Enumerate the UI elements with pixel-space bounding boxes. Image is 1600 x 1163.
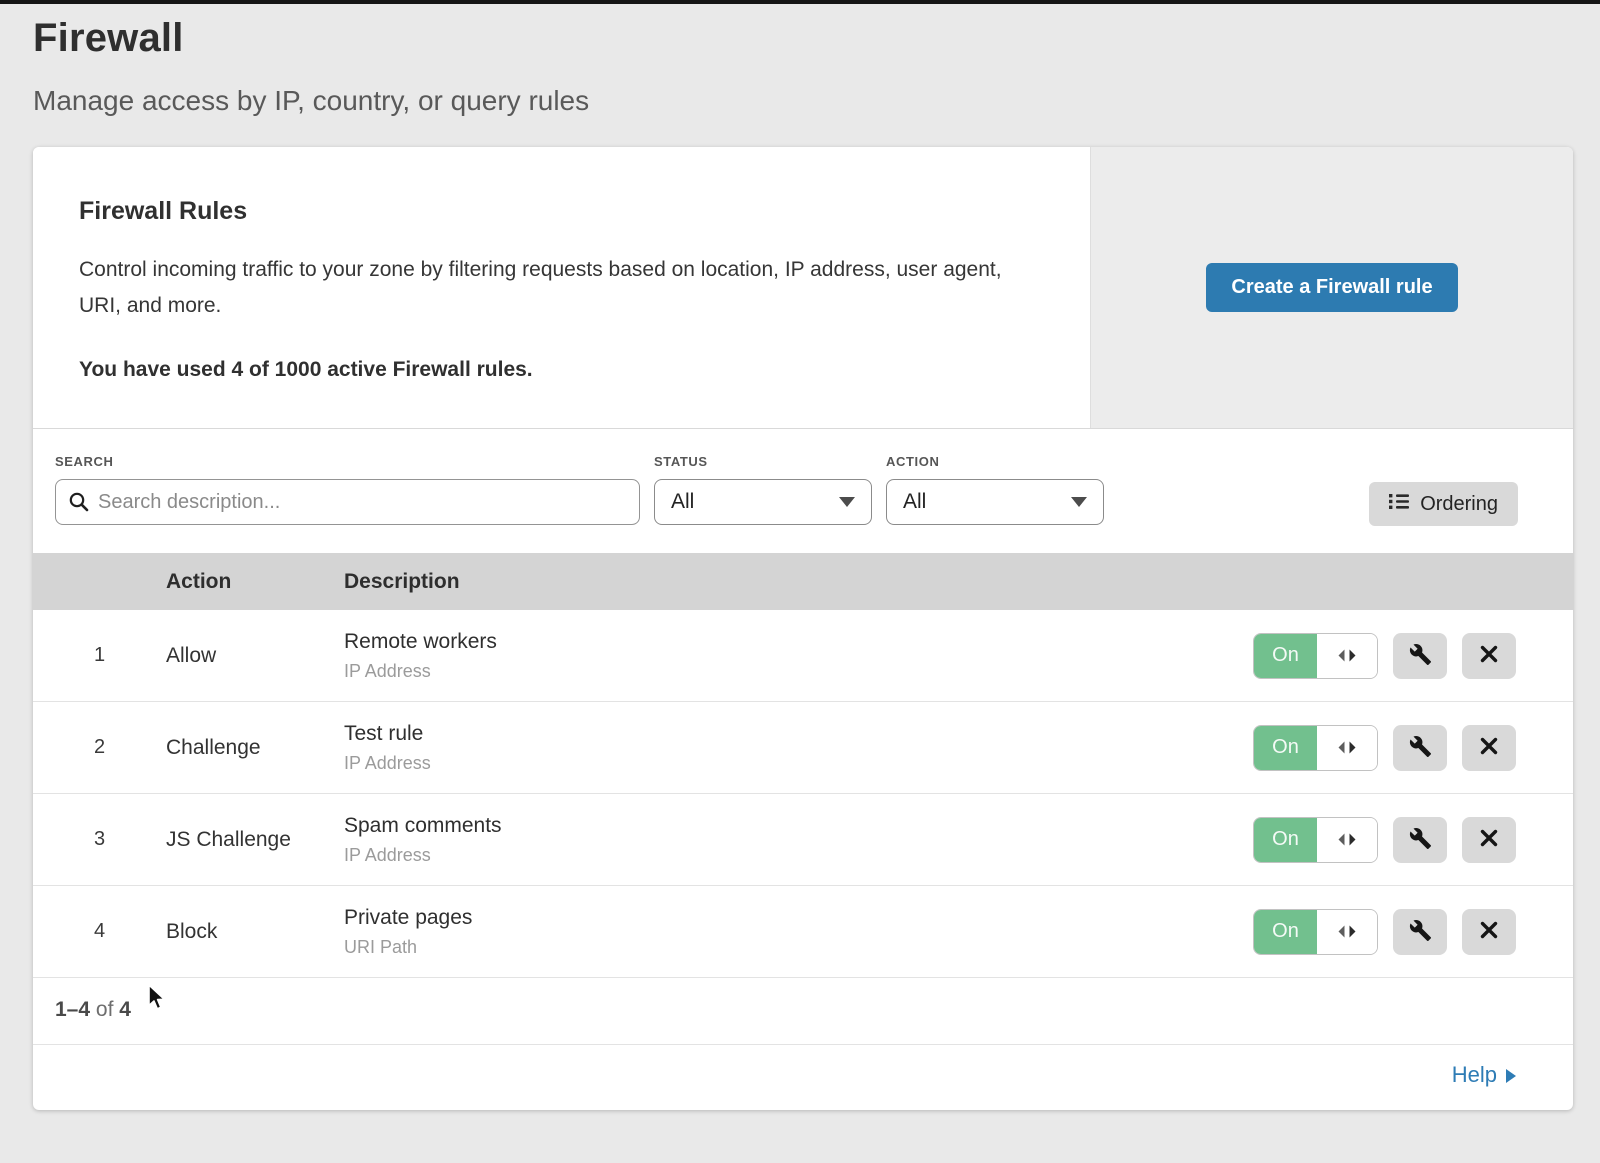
table-header-row: Action Description	[33, 553, 1573, 610]
pagination-text: 1–4 of 4	[55, 998, 131, 1021]
action-select[interactable]: All	[886, 479, 1104, 525]
pagination-bar: 1–4 of 4	[33, 978, 1573, 1045]
rule-priority: 2	[33, 736, 166, 759]
search-filter-group: SEARCH	[55, 454, 640, 525]
ordering-button[interactable]: Ordering	[1369, 482, 1518, 526]
rule-action: Challenge	[166, 736, 344, 760]
close-icon	[1479, 644, 1499, 667]
action-filter-group: ACTION All	[886, 454, 1104, 525]
rule-field: IP Address	[344, 753, 1233, 774]
edit-rule-button[interactable]	[1393, 633, 1447, 679]
pagination-range: 1–4	[55, 998, 90, 1021]
toggle-on-label: On	[1254, 818, 1317, 862]
search-input[interactable]	[55, 479, 640, 525]
filters-bar: SEARCH STATUS All ACTION All	[33, 429, 1573, 553]
rule-description-cell: Spam comments IP Address	[344, 814, 1233, 866]
rule-enabled-toggle[interactable]: On	[1253, 817, 1378, 863]
rule-field: IP Address	[344, 661, 1233, 682]
close-icon	[1479, 828, 1499, 851]
action-column-header: Action	[166, 570, 344, 594]
rule-field: IP Address	[344, 845, 1233, 866]
page-header: Firewall Manage access by IP, country, o…	[0, 4, 1600, 117]
toggle-on-label: On	[1254, 910, 1317, 954]
status-select[interactable]: All	[654, 479, 872, 525]
status-filter-group: STATUS All	[654, 454, 872, 525]
rule-controls: On	[1233, 633, 1573, 679]
rule-enabled-toggle[interactable]: On	[1253, 633, 1378, 679]
action-label: ACTION	[886, 454, 1104, 469]
table-row: 3 JS Challenge Spam comments IP Address …	[33, 794, 1573, 886]
search-input-wrapper	[55, 479, 640, 525]
rule-description-cell: Test rule IP Address	[344, 722, 1233, 774]
rule-priority: 1	[33, 644, 166, 667]
page-title: Firewall	[33, 16, 1567, 61]
rule-action: Allow	[166, 644, 344, 668]
overview-description: Control incoming traffic to your zone by…	[79, 252, 1029, 324]
rule-enabled-toggle[interactable]: On	[1253, 909, 1378, 955]
search-label: SEARCH	[55, 454, 640, 469]
edit-rule-button[interactable]	[1393, 817, 1447, 863]
rule-priority: 3	[33, 828, 166, 851]
help-link[interactable]: Help	[33, 1045, 1573, 1110]
toggle-on-label: On	[1254, 634, 1317, 678]
rule-controls: On	[1233, 817, 1573, 863]
action-caret-icon	[1071, 497, 1087, 507]
rule-priority: 4	[33, 920, 166, 943]
toggle-arrows-icon	[1317, 910, 1377, 954]
delete-rule-button[interactable]	[1462, 909, 1516, 955]
rule-field: URI Path	[344, 937, 1233, 958]
overview-heading: Firewall Rules	[79, 197, 1044, 226]
overview-text-panel: Firewall Rules Control incoming traffic …	[33, 147, 1090, 428]
edit-rule-button[interactable]	[1393, 725, 1447, 771]
rule-description-cell: Private pages URI Path	[344, 906, 1233, 958]
rule-description: Spam comments	[344, 814, 1233, 838]
toggle-on-label: On	[1254, 726, 1317, 770]
pagination-of: of	[96, 998, 114, 1021]
rule-controls: On	[1233, 909, 1573, 955]
action-selected-value: All	[903, 490, 926, 514]
close-icon	[1479, 736, 1499, 759]
toggle-arrows-icon	[1317, 634, 1377, 678]
close-icon	[1479, 920, 1499, 943]
wrench-icon	[1409, 919, 1432, 945]
ordering-list-icon	[1389, 493, 1410, 516]
delete-rule-button[interactable]	[1462, 725, 1516, 771]
toggle-arrows-icon	[1317, 818, 1377, 862]
rule-description: Test rule	[344, 722, 1233, 746]
status-label: STATUS	[654, 454, 872, 469]
table-row: 4 Block Private pages URI Path On	[33, 886, 1573, 978]
rule-action: Block	[166, 920, 344, 944]
search-icon	[68, 491, 90, 518]
edit-rule-button[interactable]	[1393, 909, 1447, 955]
overview-section: Firewall Rules Control incoming traffic …	[33, 147, 1573, 429]
pagination-total: 4	[119, 998, 131, 1021]
wrench-icon	[1409, 827, 1432, 853]
wrench-icon	[1409, 735, 1432, 761]
create-firewall-rule-button[interactable]: Create a Firewall rule	[1206, 263, 1457, 312]
overview-action-panel: Create a Firewall rule	[1090, 147, 1573, 428]
firewall-rules-card: Firewall Rules Control incoming traffic …	[33, 147, 1573, 1110]
rule-description-cell: Remote workers IP Address	[344, 630, 1233, 682]
rules-table: Action Description 1 Allow Remote worker…	[33, 553, 1573, 978]
description-column-header: Description	[344, 570, 1233, 594]
delete-rule-button[interactable]	[1462, 817, 1516, 863]
wrench-icon	[1409, 643, 1432, 669]
rule-enabled-toggle[interactable]: On	[1253, 725, 1378, 771]
table-row: 2 Challenge Test rule IP Address On	[33, 702, 1573, 794]
delete-rule-button[interactable]	[1462, 633, 1516, 679]
rule-controls: On	[1233, 725, 1573, 771]
status-selected-value: All	[671, 490, 694, 514]
rule-description: Private pages	[344, 906, 1233, 930]
page-subtitle: Manage access by IP, country, or query r…	[33, 85, 1567, 117]
rules-usage-text: You have used 4 of 1000 active Firewall …	[79, 358, 1044, 382]
ordering-button-label: Ordering	[1420, 493, 1498, 516]
help-link-label: Help	[1452, 1062, 1497, 1088]
help-arrow-icon	[1506, 1069, 1516, 1083]
table-row: 1 Allow Remote workers IP Address On	[33, 610, 1573, 702]
rule-action: JS Challenge	[166, 828, 344, 852]
toggle-arrows-icon	[1317, 726, 1377, 770]
status-caret-icon	[839, 497, 855, 507]
rule-description: Remote workers	[344, 630, 1233, 654]
